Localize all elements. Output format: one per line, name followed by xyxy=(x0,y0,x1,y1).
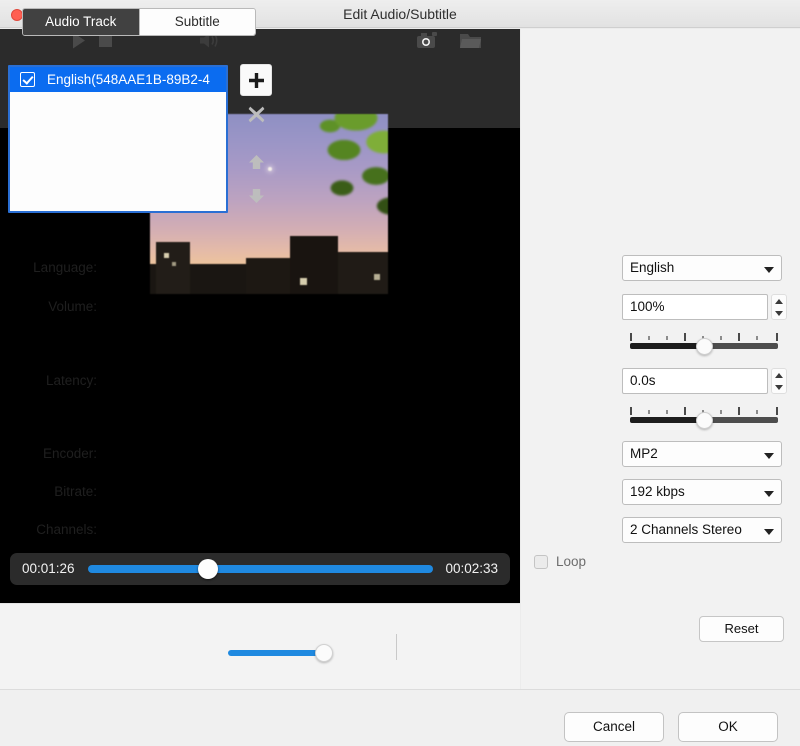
track-list-buttons xyxy=(240,64,274,214)
encoder-value: MP2 xyxy=(630,446,658,461)
track-checkbox[interactable] xyxy=(20,72,35,87)
list-item[interactable]: English(548AAE1B-89B2-4 xyxy=(10,67,226,92)
encoder-label: Encoder: xyxy=(42,446,97,461)
channels-select[interactable]: 2 Channels Stereo xyxy=(622,517,782,543)
encoder-select[interactable]: MP2 xyxy=(622,441,782,467)
move-down-button[interactable] xyxy=(240,180,272,212)
channels-value: 2 Channels Stereo xyxy=(630,522,742,537)
add-track-button[interactable] xyxy=(240,64,272,96)
channels-label: Channels: xyxy=(36,522,97,537)
bitrate-value: 192 kbps xyxy=(630,484,685,499)
latency-input[interactable]: 0.0s xyxy=(622,368,768,394)
chevron-up-icon[interactable] xyxy=(775,298,783,304)
tree-foliage-right xyxy=(284,114,388,234)
latency-slider-handle[interactable] xyxy=(696,412,713,429)
chevron-down-icon xyxy=(764,453,774,459)
chevron-down-icon[interactable] xyxy=(775,384,783,390)
volume-row: Volume: 100% xyxy=(0,294,787,320)
volume-handle[interactable] xyxy=(315,644,333,662)
bitrate-label: Bitrate: xyxy=(54,484,97,499)
toolbar-divider xyxy=(396,634,397,660)
language-row: Language: English xyxy=(0,255,782,281)
folder-icon[interactable] xyxy=(460,32,482,54)
language-value: English xyxy=(630,260,675,275)
chevron-down-icon xyxy=(764,491,774,497)
language-select[interactable]: English xyxy=(622,255,782,281)
total-time-label: 00:02:33 xyxy=(445,561,498,576)
loop-label: Loop xyxy=(556,554,587,569)
transport-bar xyxy=(0,603,520,689)
stop-icon[interactable] xyxy=(99,34,112,52)
encoder-row: Encoder: MP2 xyxy=(0,441,782,467)
camera-icon[interactable] xyxy=(417,32,439,54)
tab-audio-track[interactable]: Audio Track xyxy=(23,9,139,35)
volume-slider[interactable] xyxy=(630,332,778,355)
loop-row[interactable]: Loop xyxy=(534,554,586,569)
chevron-down-icon xyxy=(764,529,774,535)
loop-checkbox[interactable] xyxy=(534,554,548,569)
bitrate-row: Bitrate: 192 kbps xyxy=(0,479,782,505)
volume-slider-handle[interactable] xyxy=(696,338,713,355)
current-time-label: 00:01:26 xyxy=(22,561,75,576)
volume-stepper[interactable] xyxy=(771,294,787,320)
latency-slider[interactable] xyxy=(630,406,778,429)
panel-tabs: Audio Track Subtitle xyxy=(22,8,256,36)
seek-bar[interactable]: 00:01:26 00:02:33 xyxy=(10,553,510,585)
cancel-button[interactable]: Cancel xyxy=(564,712,664,742)
reset-button[interactable]: Reset xyxy=(699,616,784,642)
audio-track-list[interactable]: English(548AAE1B-89B2-4 xyxy=(8,65,228,213)
chevron-down-icon[interactable] xyxy=(775,310,783,316)
latency-row: Latency: 0.0s xyxy=(0,368,787,394)
latency-stepper[interactable] xyxy=(771,368,787,394)
move-up-button[interactable] xyxy=(240,146,272,178)
settings-panel xyxy=(521,29,800,689)
track-label: English(548AAE1B-89B2-4 xyxy=(47,72,210,87)
remove-track-button[interactable] xyxy=(240,98,272,130)
seek-handle[interactable] xyxy=(198,559,218,579)
volume-input[interactable]: 100% xyxy=(622,294,768,320)
seek-bar-area: 00:01:26 00:02:33 xyxy=(0,543,520,603)
volume-label: Volume: xyxy=(48,299,97,314)
language-label: Language: xyxy=(33,260,97,275)
bitrate-select[interactable]: 192 kbps xyxy=(622,479,782,505)
chevron-down-icon xyxy=(764,267,774,273)
ok-button[interactable]: OK xyxy=(678,712,778,742)
latency-label: Latency: xyxy=(45,373,97,388)
channels-row: Channels: 2 Channels Stereo xyxy=(0,517,782,543)
edit-audio-subtitle-dialog: Edit Audio/Subtitle 00:01:26 00:02:33 Au… xyxy=(0,0,800,746)
chevron-up-icon[interactable] xyxy=(775,372,783,378)
seek-track[interactable] xyxy=(88,565,433,573)
tab-subtitle[interactable]: Subtitle xyxy=(138,9,255,35)
